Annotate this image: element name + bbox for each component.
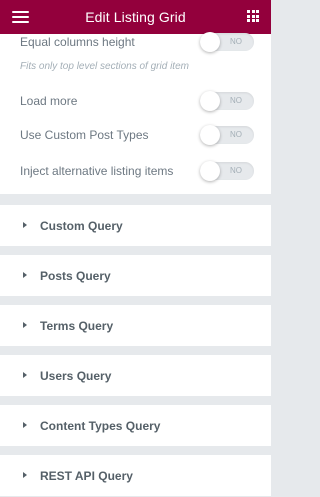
grid-dot bbox=[251, 19, 255, 22]
hamburger-menu-icon[interactable] bbox=[12, 10, 29, 24]
custom-post-types-label: Use Custom Post Types bbox=[20, 128, 149, 142]
inject-items-toggle[interactable]: NO bbox=[200, 161, 254, 181]
custom-post-types-toggle[interactable]: NO bbox=[200, 125, 254, 145]
section-rest-api-query[interactable]: REST API Query bbox=[0, 455, 271, 496]
section-label: Custom Query bbox=[40, 218, 123, 233]
grid-apps-icon[interactable] bbox=[247, 10, 259, 22]
caret-right-icon bbox=[23, 472, 27, 478]
equal-columns-label: Equal columns height bbox=[20, 35, 135, 49]
load-more-row: Load more NO bbox=[0, 89, 271, 113]
menu-line bbox=[12, 16, 29, 18]
grid-dot bbox=[256, 10, 259, 13]
toggle-knob bbox=[200, 161, 220, 181]
section-content-types-query[interactable]: Content Types Query bbox=[0, 405, 271, 446]
grid-dot bbox=[256, 14, 259, 18]
toggle-state: NO bbox=[230, 37, 242, 46]
caret-right-icon bbox=[23, 372, 27, 378]
section-users-query[interactable]: Users Query bbox=[0, 355, 271, 396]
section-label: REST API Query bbox=[40, 468, 133, 483]
section-posts-query[interactable]: Posts Query bbox=[0, 255, 271, 296]
toggle-knob bbox=[200, 32, 220, 52]
toggle-knob bbox=[200, 91, 220, 111]
section-label: Content Types Query bbox=[40, 418, 161, 433]
equal-columns-row: Equal columns height NO bbox=[0, 30, 271, 54]
toggle-state: NO bbox=[230, 130, 242, 139]
section-label: Terms Query bbox=[40, 318, 114, 333]
menu-line bbox=[12, 21, 29, 23]
panel-header: Edit Listing Grid bbox=[0, 0, 271, 34]
grid-dot bbox=[247, 14, 250, 18]
inject-items-label: Inject alternative listing items bbox=[20, 164, 174, 178]
settings-panel: Equal columns height NO Fits only top le… bbox=[0, 32, 271, 194]
toggle-knob bbox=[200, 125, 220, 145]
grid-dot bbox=[251, 10, 255, 13]
toggle-state: NO bbox=[230, 166, 242, 175]
grid-dot bbox=[256, 19, 259, 22]
section-label: Posts Query bbox=[40, 268, 111, 283]
section-label: Users Query bbox=[40, 368, 112, 383]
caret-right-icon bbox=[23, 222, 27, 228]
equal-columns-toggle[interactable]: NO bbox=[200, 32, 254, 52]
equal-columns-hint: Fits only top level sections of grid ite… bbox=[20, 61, 189, 72]
toggle-state: NO bbox=[230, 96, 242, 105]
inject-items-row: Inject alternative listing items NO bbox=[0, 159, 271, 183]
caret-right-icon bbox=[23, 422, 27, 428]
caret-right-icon bbox=[23, 272, 27, 278]
grid-dot bbox=[247, 10, 250, 13]
custom-post-types-row: Use Custom Post Types NO bbox=[0, 123, 271, 147]
caret-right-icon bbox=[23, 322, 27, 328]
grid-dot bbox=[251, 14, 255, 18]
panel-title: Edit Listing Grid bbox=[85, 9, 186, 25]
section-terms-query[interactable]: Terms Query bbox=[0, 305, 271, 346]
load-more-toggle[interactable]: NO bbox=[200, 91, 254, 111]
menu-line bbox=[12, 11, 29, 13]
grid-dot bbox=[247, 19, 250, 22]
load-more-label: Load more bbox=[20, 94, 78, 108]
section-custom-query[interactable]: Custom Query bbox=[0, 205, 271, 246]
